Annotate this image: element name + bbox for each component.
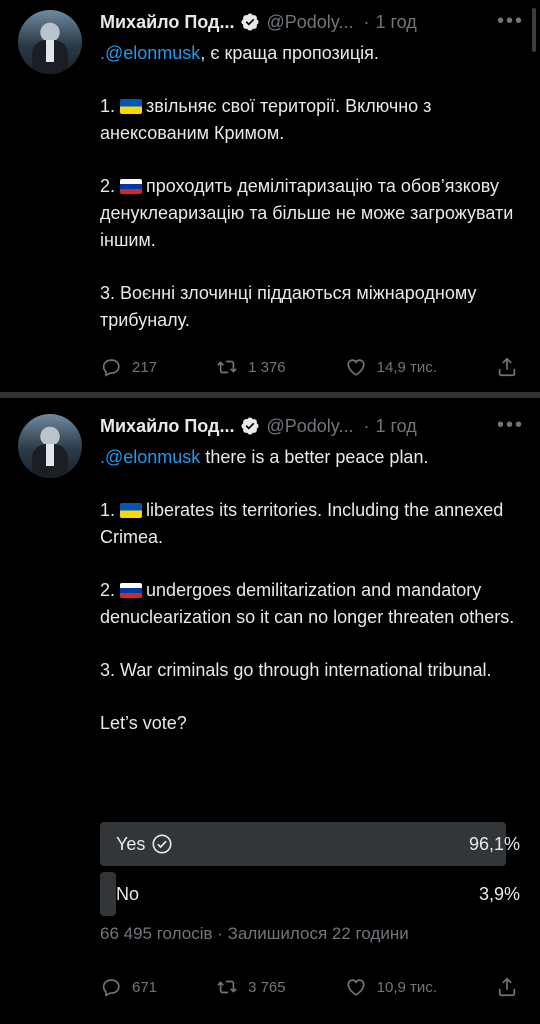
share-button[interactable] bbox=[496, 356, 518, 378]
point-text: проходить демілітаризацію та обов’язкову… bbox=[100, 176, 514, 250]
ukraine-flag-icon bbox=[120, 99, 143, 114]
point-text: undergoes demilitarization and mandatory… bbox=[100, 580, 515, 627]
russia-flag-icon bbox=[120, 179, 143, 194]
poll: Yes 96,1% No 3,9% 66 495 голосів · Залиш… bbox=[100, 822, 522, 944]
reply-icon bbox=[102, 979, 120, 997]
share-button[interactable] bbox=[496, 976, 518, 998]
point-text: liberates its territories. Including the… bbox=[100, 500, 504, 547]
poll-option-percent: 96,1% bbox=[468, 833, 520, 854]
author-handle[interactable]: @Podoly... bbox=[266, 416, 353, 437]
tweet-text: .@elonmusk, є краща пропозиція. 1. звіль… bbox=[100, 40, 522, 334]
point-3: 3. War criminals go through internationa… bbox=[100, 660, 492, 680]
separator: · bbox=[363, 415, 370, 436]
more-options-icon[interactable]: ••• bbox=[497, 10, 524, 33]
retweet-count: 3 765 bbox=[248, 978, 286, 996]
mention-link[interactable]: .@elonmusk bbox=[100, 447, 200, 467]
tweet-intro: .@elonmusk there is a better peace plan. bbox=[100, 444, 522, 471]
mention-link[interactable]: .@elonmusk bbox=[100, 43, 200, 63]
reply-count: 217 bbox=[132, 358, 158, 376]
reply-button[interactable]: 671 bbox=[100, 976, 157, 998]
timestamp[interactable]: 1 год bbox=[375, 416, 416, 437]
verified-badge-icon bbox=[241, 13, 260, 31]
point-1: 1. звільняє свої території. Включно з ан… bbox=[100, 93, 522, 147]
poll-question: Let’s vote? bbox=[100, 713, 187, 733]
like-button[interactable]: 10,9 тис. bbox=[345, 976, 437, 998]
intro-text: there is a better peace plan. bbox=[200, 447, 429, 467]
poll-option-label: No bbox=[116, 883, 140, 904]
point-number: 1. bbox=[100, 500, 116, 520]
author-name[interactable]: Михайло Под... bbox=[100, 416, 234, 437]
like-button[interactable]: 14,9 тис. bbox=[345, 356, 437, 378]
retweet-button[interactable]: 1 376 bbox=[216, 356, 286, 378]
tweet-text: .@elonmusk there is a better peace plan.… bbox=[100, 444, 522, 737]
timestamp[interactable]: 1 год bbox=[375, 12, 416, 33]
point-1: 1. liberates its territories. Including … bbox=[100, 497, 522, 551]
heart-icon bbox=[347, 979, 365, 996]
russia-flag-icon bbox=[120, 583, 143, 598]
tweet-intro: .@elonmusk, є краща пропозиція. bbox=[100, 40, 522, 67]
point-number: 2. bbox=[100, 176, 116, 196]
action-bar: 217 1 376 14,9 тис. bbox=[100, 356, 518, 378]
author-name[interactable]: Михайло Под... bbox=[100, 12, 234, 33]
action-bar: 671 3 765 10,9 тис. bbox=[100, 976, 518, 998]
poll-option-yes[interactable]: Yes 96,1% bbox=[100, 822, 522, 866]
point-text: звільняє свої території. Включно з анекс… bbox=[100, 96, 432, 143]
author-handle[interactable]: @Podoly... bbox=[266, 12, 353, 33]
retweet-button[interactable]: 3 765 bbox=[216, 976, 286, 998]
intro-text: , є краща пропозиція. bbox=[200, 43, 379, 63]
tweet-header: Михайло Под... @Podoly... · 1 год ••• bbox=[100, 412, 524, 440]
retweet-icon bbox=[217, 360, 237, 374]
poll-meta: 66 495 голосів · Залишилося 22 години bbox=[100, 924, 409, 943]
tweet-english[interactable]: Михайло Под... @Podoly... · 1 год ••• .@… bbox=[0, 398, 540, 1024]
verified-badge-icon bbox=[241, 417, 260, 435]
avatar[interactable] bbox=[18, 10, 82, 74]
reply-icon bbox=[102, 359, 120, 377]
reply-button[interactable]: 217 bbox=[100, 356, 157, 378]
poll-option-no[interactable]: No 3,9% bbox=[100, 872, 522, 916]
like-count: 14,9 тис. bbox=[376, 358, 437, 376]
share-icon bbox=[498, 977, 516, 997]
check-circle-icon bbox=[152, 834, 172, 854]
like-count: 10,9 тис. bbox=[376, 978, 437, 996]
scrollbar[interactable] bbox=[532, 8, 536, 52]
ukraine-flag-icon bbox=[120, 503, 143, 518]
retweet-icon bbox=[217, 980, 237, 994]
reply-count: 671 bbox=[132, 978, 158, 996]
share-icon bbox=[498, 357, 516, 377]
tweet-header: Михайло Под... @Podoly... · 1 год ••• bbox=[100, 8, 524, 36]
poll-option-label: Yes bbox=[116, 833, 146, 854]
point-3: 3. Воєнні злочинці піддаються міжнародно… bbox=[100, 283, 477, 330]
point-number: 2. bbox=[100, 580, 116, 600]
more-options-icon[interactable]: ••• bbox=[497, 414, 524, 437]
retweet-count: 1 376 bbox=[248, 358, 286, 376]
heart-icon bbox=[347, 359, 365, 376]
tweet-ukrainian[interactable]: Михайло Под... @Podoly... · 1 год ••• .@… bbox=[0, 0, 540, 392]
point-number: 1. bbox=[100, 96, 116, 116]
point-2: 2. undergoes demilitarization and mandat… bbox=[100, 577, 522, 631]
avatar[interactable] bbox=[18, 414, 82, 478]
poll-option-percent: 3,9% bbox=[478, 883, 520, 904]
point-2: 2. проходить демілітаризацію та обов’язк… bbox=[100, 173, 522, 254]
separator: · bbox=[363, 11, 370, 32]
